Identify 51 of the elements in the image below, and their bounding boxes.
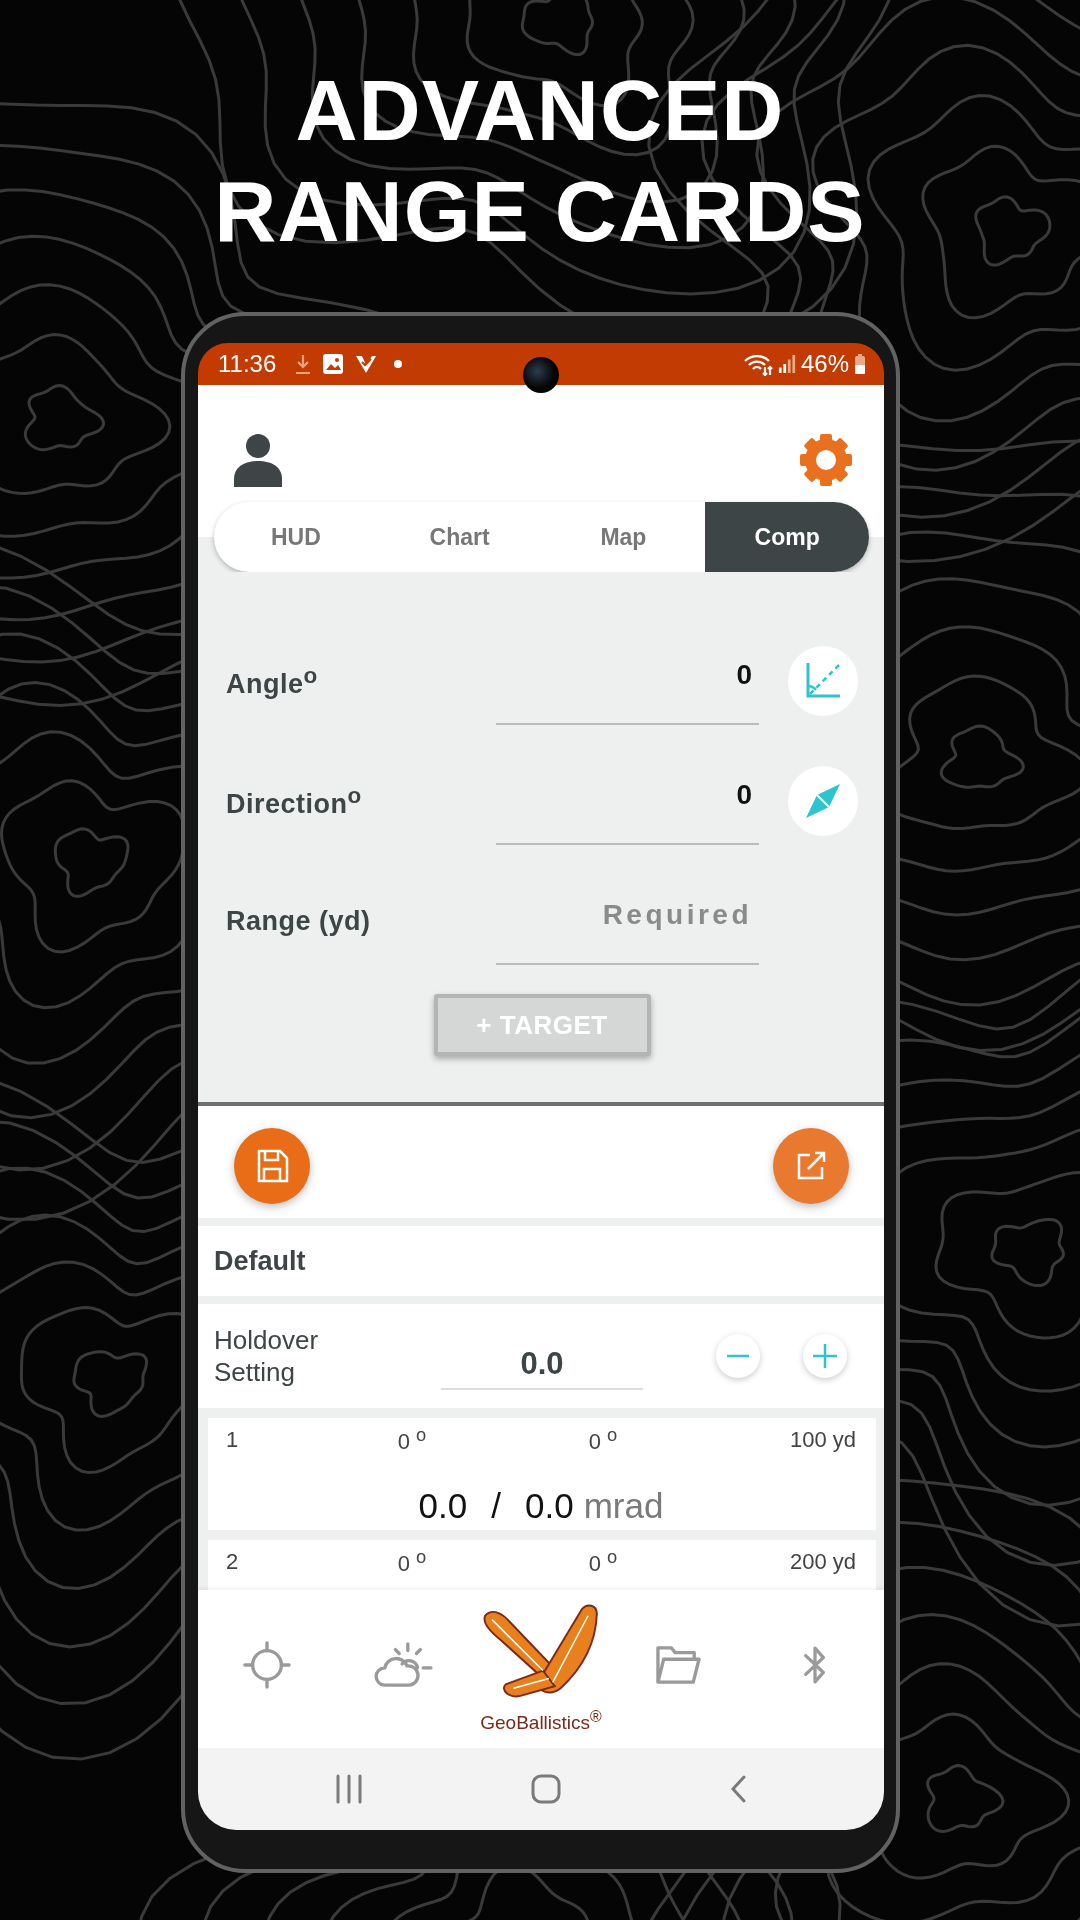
cloud-sun-icon[interactable]	[372, 1641, 435, 1689]
headline: ADVANCED RANGE CARDS	[213, 61, 867, 261]
windage-value: 0.0	[525, 1486, 574, 1526]
compass-icon[interactable]	[788, 766, 858, 836]
image-icon	[322, 353, 345, 375]
battery-icon	[854, 353, 866, 375]
person-icon[interactable]	[232, 433, 284, 487]
signal-icon	[777, 354, 796, 374]
battery-percent: 46%	[800, 350, 849, 378]
tab[interactable]: Chart	[377, 502, 542, 572]
tab[interactable]: HUD	[214, 502, 378, 572]
field-label: Range (yd)	[226, 905, 372, 937]
home-icon[interactable]	[530, 1774, 561, 1804]
download-icon	[295, 353, 312, 375]
row-number: 1	[226, 1427, 239, 1453]
field-label: Direction$^{o}$	[226, 782, 363, 820]
elevation-value: 0.0	[418, 1486, 468, 1526]
row-range: 200 yd	[789, 1549, 856, 1575]
input-field[interactable]: Required	[496, 877, 759, 965]
back-icon[interactable]	[728, 1774, 748, 1804]
wifi-icon	[742, 352, 773, 376]
row-number: 2	[226, 1549, 239, 1575]
wings-logo-icon[interactable]	[482, 1602, 600, 1700]
row-range: 100 yd	[789, 1427, 856, 1453]
separator-text: /	[491, 1486, 501, 1526]
tab[interactable]: Comp	[705, 502, 869, 572]
row-angle: 0 $^{o}$	[397, 1424, 427, 1456]
holdover-field[interactable]: 0.0	[441, 1322, 643, 1390]
recents-icon[interactable]	[335, 1774, 363, 1804]
notification-dot-icon	[394, 360, 403, 368]
angle-icon[interactable]	[788, 646, 858, 716]
checkmark-icon	[355, 353, 378, 375]
range-card-row[interactable]: 1 0 $^{o}$ 0 $^{o}$ 100 yd 0.0 / 0.0 mrad	[208, 1418, 876, 1530]
logo-text: GeoBallistics$^{®}$	[480, 1707, 602, 1735]
settings-icon[interactable]	[799, 433, 853, 487]
input-field[interactable]: 0	[496, 757, 759, 845]
field-label: Angle$^{o}$	[226, 662, 319, 700]
crosshair-icon[interactable]	[242, 1641, 291, 1689]
status-time: 11:36	[218, 350, 277, 378]
unit-label: mrad	[583, 1486, 664, 1526]
range-card-row[interactable]: 2 0 $^{o}$ 0 $^{o}$ 200 yd	[208, 1540, 876, 1590]
folder-icon[interactable]	[654, 1644, 703, 1686]
tab[interactable]: Map	[541, 502, 706, 572]
range-card-title: Default	[198, 1226, 884, 1296]
row-direction: 0 $^{o}$	[588, 1546, 618, 1578]
holdover-label: Holdover Setting	[214, 1324, 320, 1388]
save-icon[interactable]	[234, 1128, 310, 1204]
export-icon[interactable]	[773, 1128, 849, 1204]
row-direction: 0 $^{o}$	[588, 1424, 618, 1456]
row-angle: 0 $^{o}$	[397, 1546, 427, 1578]
input-field[interactable]: 0	[496, 637, 759, 725]
